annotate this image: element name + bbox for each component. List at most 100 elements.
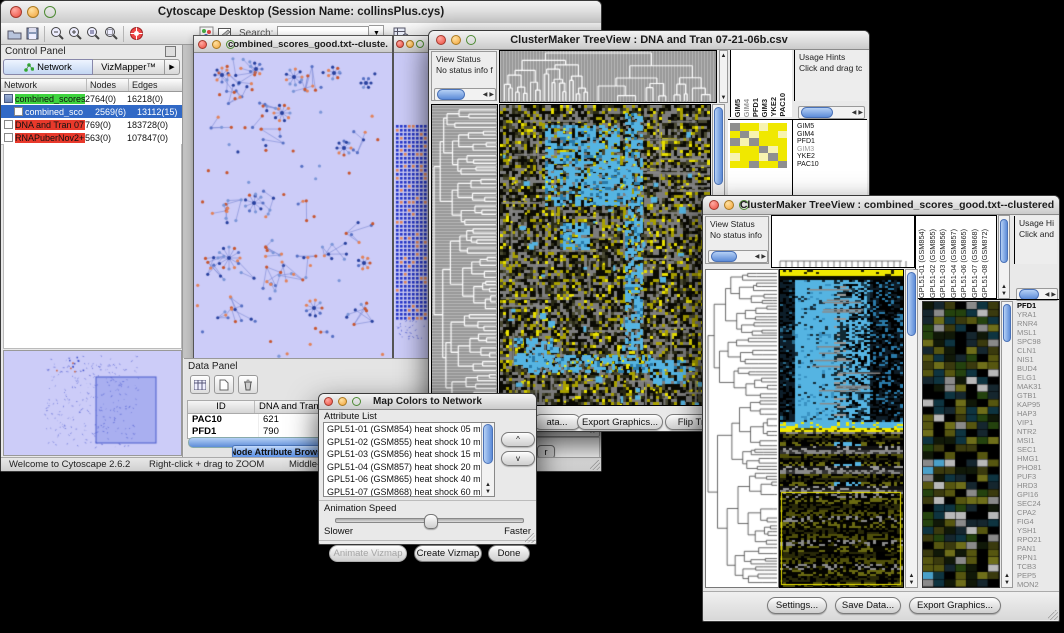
gene-label[interactable]: PFD1 (1017, 301, 1059, 310)
network-view-titlebar[interactable]: combined_scores_good.txt--cluste... (194, 36, 392, 53)
move-down-button[interactable]: v (501, 451, 535, 466)
gene-label[interactable]: HRD3 (1017, 481, 1059, 490)
attribute-item[interactable]: GPL51-01 (GSM854) heat shock 05 min (324, 423, 480, 436)
dialog-titlebar[interactable]: Map Colors to Network (319, 394, 536, 410)
gene-label[interactable]: MAK31 (1017, 382, 1059, 391)
mini-heatmap-cell[interactable] (749, 161, 759, 169)
gene-label[interactable]: HAP3 (1017, 409, 1059, 418)
resize-grip[interactable] (525, 533, 535, 543)
mini-heatmap-cell[interactable] (740, 138, 750, 146)
gene-label[interactable]: YRA1 (1017, 310, 1059, 319)
scroll-thumb[interactable] (483, 424, 493, 464)
scroll-thumb[interactable] (1000, 219, 1008, 263)
gene-label[interactable]: SEC1 (1017, 445, 1059, 454)
mini-heatmap-cell[interactable] (749, 153, 759, 161)
network-table-header[interactable]: Network Nodes Edges (1, 78, 182, 92)
mini-heatmap-cell[interactable] (730, 146, 740, 154)
tv1-detail-heatmap[interactable] (730, 123, 787, 168)
treeview1-titlebar[interactable]: ClusterMaker TreeView : DNA and Tran 07-… (429, 31, 869, 50)
scroll-thumb[interactable] (907, 272, 916, 336)
network-list-row[interactable]: DNA and Tran 07 769(0) 183728(0) (1, 118, 182, 131)
resize-grip[interactable] (590, 460, 600, 470)
float-panel-icon[interactable] (165, 46, 176, 57)
gene-label[interactable]: RPN1 (1017, 553, 1059, 562)
tv1-usage-scrollbar[interactable]: ◀▶ (798, 106, 865, 119)
tv1-status-scrollbar[interactable]: ◀▶ (434, 88, 496, 101)
gene-label[interactable]: VIP1 (1017, 418, 1059, 427)
zoom-fit-icon[interactable] (102, 25, 120, 42)
scroll-thumb[interactable] (437, 89, 465, 100)
scroll-arrows[interactable]: ▲▼ (999, 284, 1009, 298)
mini-heatmap-cell[interactable] (749, 131, 759, 139)
network-view-canvas[interactable] (194, 53, 390, 358)
network-list-row[interactable]: RNAPuberNov2+ 563(0) 107847(0) (1, 131, 182, 144)
gene-label[interactable]: PUF3 (1017, 472, 1059, 481)
close-icon[interactable] (709, 200, 719, 210)
close-icon[interactable] (10, 6, 22, 18)
slider-thumb[interactable] (424, 514, 438, 529)
mini-heatmap-cell[interactable] (759, 138, 769, 146)
tv2-export-graphics-button[interactable]: Export Graphics... (909, 597, 1001, 614)
network-view-2-canvas[interactable] (394, 53, 428, 358)
main-titlebar[interactable]: Cytoscape Desktop (Session Name: collins… (1, 1, 601, 24)
tv1-heatmap[interactable] (499, 104, 711, 406)
scroll-left-icon[interactable]: ◀ (754, 254, 761, 260)
gene-label[interactable]: SPC98 (1017, 337, 1059, 346)
tv1-row-labels[interactable]: GIM5GIM4PFD1GIM3YKE2PAC10 (795, 123, 867, 168)
minimize-icon[interactable] (724, 200, 734, 210)
scroll-arrows[interactable]: ▲ (720, 53, 727, 60)
network-list-row[interactable]: combined_sco 2569(6) 13112(15) (1, 105, 182, 118)
gene-label[interactable]: PAN1 (1017, 544, 1059, 553)
tv2-settings-button[interactable]: Settings... (767, 597, 827, 614)
minimize-icon[interactable] (27, 6, 39, 18)
minimize-icon[interactable] (451, 35, 461, 45)
mini-heatmap-cell[interactable] (768, 131, 778, 139)
close-icon[interactable] (198, 40, 207, 49)
scroll-left-icon[interactable]: ◀ (482, 92, 489, 98)
gene-label[interactable]: MSI1 (1017, 436, 1059, 445)
minimize-icon[interactable] (212, 40, 221, 49)
tv1-column-tree[interactable] (499, 50, 717, 103)
mini-heatmap-cell[interactable] (768, 161, 778, 169)
tv1-export-graphics-button[interactable]: Export Graphics... (577, 414, 663, 430)
minimize-icon[interactable] (338, 397, 347, 406)
mini-heatmap-cell[interactable] (740, 146, 750, 154)
mini-heatmap-cell[interactable] (730, 153, 740, 161)
mini-heatmap-cell[interactable] (749, 138, 759, 146)
scroll-arrows[interactable]: ▲▼ (482, 482, 494, 496)
attribute-item[interactable]: GPL51-03 (GSM856) heat shock 15 min (324, 448, 480, 461)
close-icon[interactable] (396, 40, 404, 48)
animation-speed-slider[interactable] (335, 518, 524, 523)
resize-grip[interactable] (1048, 610, 1058, 620)
row-label[interactable]: GIM4 (797, 131, 867, 139)
scroll-thumb[interactable] (801, 107, 833, 118)
close-icon[interactable] (324, 397, 333, 406)
done-button[interactable]: Done (488, 545, 530, 562)
scroll-right-icon[interactable]: ▶ (857, 110, 864, 116)
gene-label[interactable]: CLN1 (1017, 346, 1059, 355)
attribute-item[interactable]: GPL51-02 (GSM855) heat shock 10 min (324, 436, 480, 449)
mini-heatmap-cell[interactable] (778, 138, 788, 146)
mini-heatmap-cell[interactable] (768, 138, 778, 146)
row-label[interactable]: GIM3 (797, 146, 867, 154)
scroll-right-icon[interactable]: ▶ (1050, 292, 1057, 298)
gene-label[interactable]: BUD4 (1017, 364, 1059, 373)
zoom-in-icon[interactable] (66, 25, 84, 42)
tv1-row-tree[interactable] (431, 104, 498, 406)
mini-heatmap-cell[interactable] (740, 123, 750, 131)
mini-heatmap-cell[interactable] (759, 153, 769, 161)
tv2-heatmap[interactable] (779, 269, 904, 588)
row-label[interactable]: PFD1 (797, 138, 867, 146)
open-session-icon[interactable] (5, 25, 23, 42)
close-icon[interactable] (436, 35, 446, 45)
tab-overflow-icon[interactable]: ▶ (165, 59, 180, 75)
scroll-thumb[interactable] (714, 107, 723, 185)
mini-heatmap-cell[interactable] (759, 161, 769, 169)
gene-label[interactable]: MON2 (1017, 580, 1059, 588)
tv2-gene-list[interactable]: PFD1YRA1RNR4MSL1SPC98CLN1NIS1BUD4ELG1MAK… (1015, 301, 1059, 588)
save-session-icon[interactable] (23, 25, 41, 42)
scroll-left-icon[interactable]: ◀ (851, 110, 858, 116)
gene-label[interactable]: MSL1 (1017, 328, 1059, 337)
scroll-thumb[interactable] (1003, 304, 1011, 342)
row-label[interactable]: PAC10 (797, 161, 867, 169)
